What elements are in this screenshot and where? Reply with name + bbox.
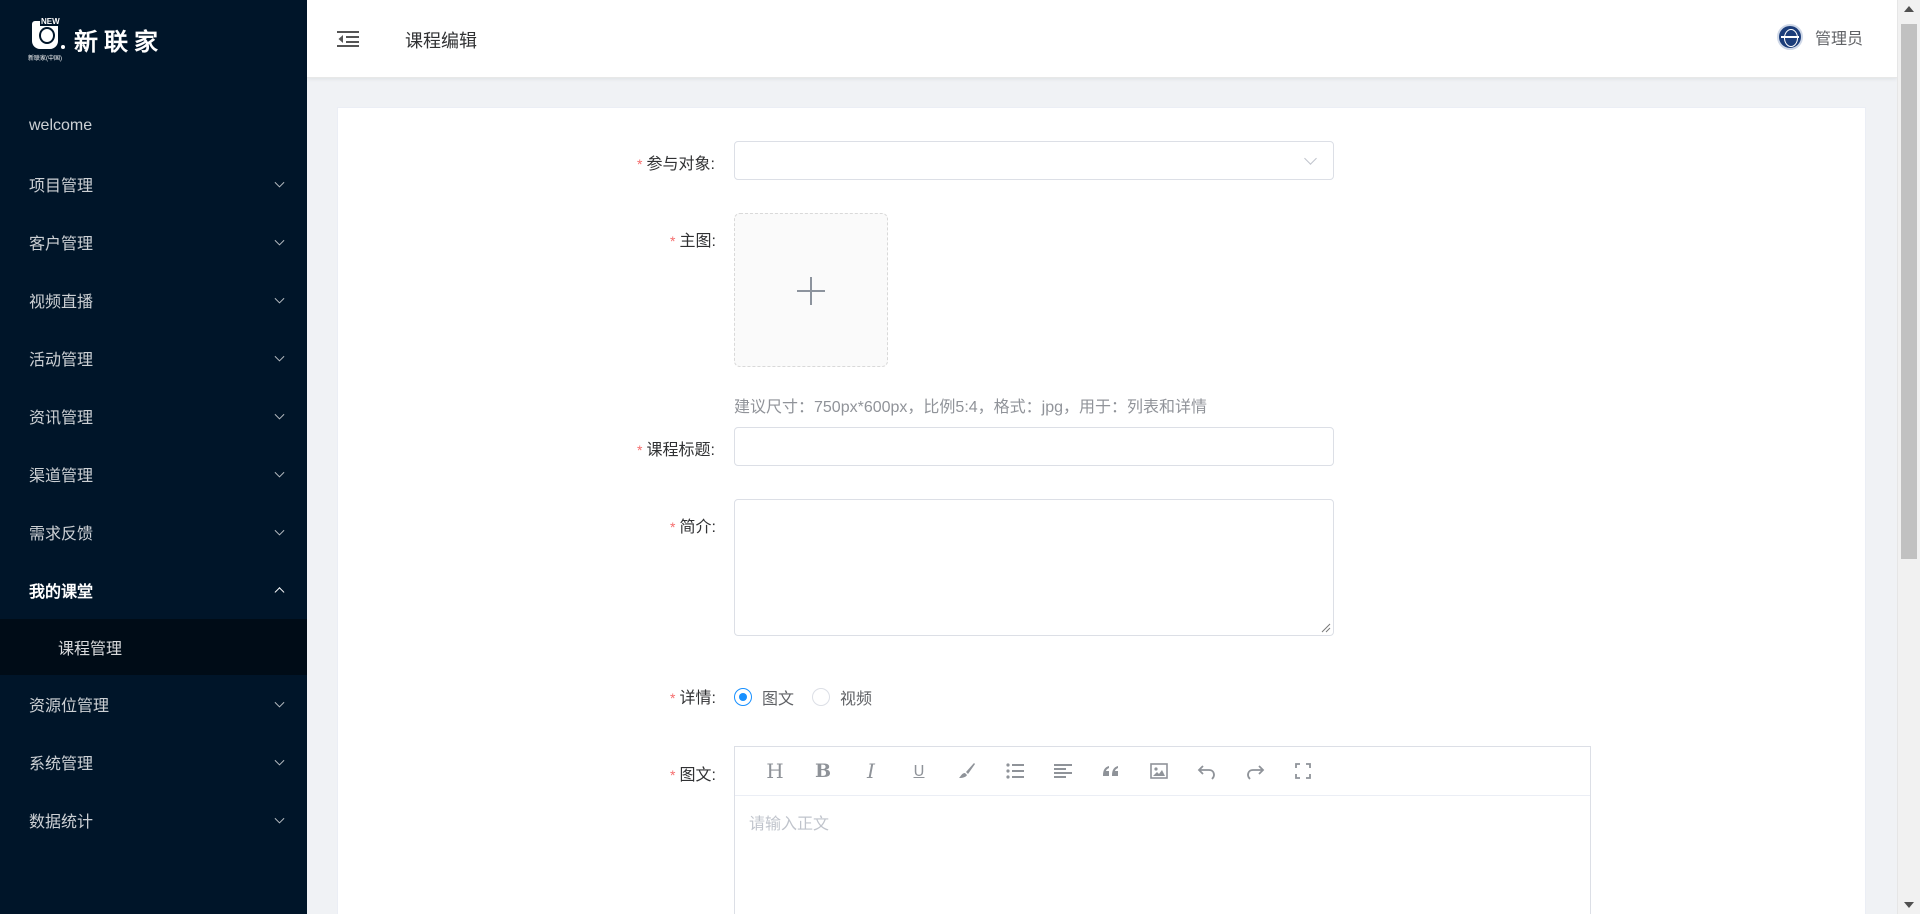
image-size-hint: 建议尺寸：750px*600px，比例5:4，格式：jpg，用于：列表和详情 [734, 399, 1208, 416]
sidebar-item-statistics[interactable]: 数据统计 [0, 791, 307, 849]
chevron-up-icon [274, 587, 285, 598]
required-mark: * [637, 442, 643, 458]
required-mark: * [670, 690, 676, 706]
radio-circle [734, 688, 752, 706]
sidebar-item-system[interactable]: 系统管理 [0, 733, 307, 791]
list-icon[interactable] [991, 755, 1039, 787]
chevron-down-icon [274, 235, 285, 246]
bold-icon[interactable]: B [799, 755, 847, 787]
logo-text: 新联家 [74, 27, 164, 56]
sidebar-item-label: 客户管理 [29, 236, 94, 253]
page-title: 课程编辑 [405, 31, 477, 51]
rich-text-editor: H B I U 请输入正文 [734, 746, 1591, 914]
avatar [1776, 24, 1803, 50]
sidebar-item-welcome[interactable]: welcome [0, 97, 307, 155]
sidebar-item-label: 数据统计 [29, 814, 94, 831]
quote-icon[interactable] [1087, 755, 1135, 787]
sidebar-item-news[interactable]: 资讯管理 [0, 387, 307, 445]
sidebar-subitem-course-management[interactable]: 课程管理 [0, 619, 307, 675]
plus-icon-vertical [810, 277, 812, 305]
underline-icon[interactable]: U [895, 755, 943, 787]
main-image-label: * 主图: [670, 233, 716, 250]
fullscreen-icon[interactable] [1279, 755, 1327, 787]
intro-label: * 简介: [670, 519, 716, 536]
page-scrollbar[interactable] [1897, 0, 1920, 914]
align-icon[interactable] [1039, 755, 1087, 787]
detail-label: * 详情: [670, 690, 716, 707]
logo[interactable]: NEW 新联家(中国) 新联家 [28, 14, 164, 64]
chevron-down-icon [274, 697, 285, 708]
audience-label: * 参与对象: [637, 156, 715, 173]
sidebar-item-label: welcome [29, 117, 93, 134]
sidebar-item-projects[interactable]: 项目管理 [0, 155, 307, 213]
scroll-up-icon[interactable] [1904, 6, 1914, 12]
sidebar-item-label: 活动管理 [29, 352, 94, 369]
required-mark: * [637, 156, 643, 172]
sidebar-item-my-classroom[interactable]: 我的课堂 [0, 561, 307, 619]
chevron-down-icon [274, 525, 285, 536]
audience-select[interactable] [734, 141, 1334, 180]
resize-handle-icon[interactable] [1321, 623, 1331, 633]
undo-icon[interactable] [1183, 755, 1231, 787]
required-mark: * [670, 519, 676, 535]
sidebar: NEW 新联家(中国) 新联家 welcome 项目管理 客户管理 视频直播 活… [0, 0, 307, 914]
sidebar-item-live-video[interactable]: 视频直播 [0, 271, 307, 329]
chevron-down-icon [274, 755, 285, 766]
sidebar-item-label: 视频直播 [29, 294, 94, 311]
user-name: 管理员 [1814, 31, 1863, 48]
brush-icon[interactable] [943, 755, 991, 787]
course-title-label: * 课程标题: [637, 442, 715, 459]
sidebar-menu: welcome 项目管理 客户管理 视频直播 活动管理 资讯管理 渠道管理 需求… [0, 97, 307, 849]
sidebar-item-label: 项目管理 [29, 178, 94, 195]
sidebar-item-label: 系统管理 [29, 756, 94, 773]
image-upload-button[interactable] [734, 213, 888, 367]
required-mark: * [670, 233, 676, 249]
sidebar-item-label: 资源位管理 [29, 698, 110, 715]
sidebar-item-events[interactable]: 活动管理 [0, 329, 307, 387]
sidebar-item-channels[interactable]: 渠道管理 [0, 445, 307, 503]
chevron-down-icon [274, 177, 285, 188]
rich-text-label: * 图文: [670, 767, 716, 784]
radio-label: 图文 [762, 691, 795, 708]
redo-icon[interactable] [1231, 755, 1279, 787]
radio-label: 视频 [840, 691, 873, 708]
radio-circle [812, 688, 831, 706]
editor-placeholder[interactable]: 请输入正文 [749, 810, 829, 834]
sidebar-item-label: 资讯管理 [29, 410, 94, 427]
image-icon[interactable] [1135, 755, 1183, 787]
sidebar-item-label: 我的课堂 [29, 584, 94, 601]
chevron-down-icon [274, 351, 285, 362]
heading-icon[interactable]: H [751, 755, 799, 787]
editor-toolbar: H B I U [735, 747, 1590, 796]
sidebar-item-customers[interactable]: 客户管理 [0, 213, 307, 271]
intro-textarea[interactable] [734, 499, 1334, 636]
chevron-down-icon [274, 813, 285, 824]
sidebar-item-feedback[interactable]: 需求反馈 [0, 503, 307, 561]
chevron-down-icon [274, 293, 285, 304]
sidebar-item-resource-slots[interactable]: 资源位管理 [0, 675, 307, 733]
chevron-down-icon [1304, 152, 1317, 165]
sidebar-item-label: 渠道管理 [29, 468, 94, 485]
radio-video[interactable]: 视频 [812, 685, 872, 709]
italic-icon[interactable]: I [847, 755, 895, 787]
required-mark: * [670, 767, 676, 783]
top-header: 课程编辑 管理员 [307, 0, 1897, 78]
course-title-input[interactable] [734, 427, 1334, 466]
scroll-down-icon[interactable] [1904, 902, 1914, 908]
logo-icon: NEW 新联家(中国) [28, 17, 66, 62]
sidebar-item-label: 需求反馈 [29, 526, 94, 543]
menu-fold-icon[interactable] [337, 30, 359, 48]
detail-type-radio-group: 图文 视频 [734, 685, 890, 709]
chevron-down-icon [274, 467, 285, 478]
chevron-down-icon [274, 409, 285, 420]
sidebar-subitem-label: 课程管理 [58, 641, 123, 658]
radio-image-text[interactable]: 图文 [734, 685, 794, 709]
scrollbar-thumb[interactable] [1901, 24, 1917, 559]
user-menu[interactable]: 管理员 [1776, 24, 1863, 50]
